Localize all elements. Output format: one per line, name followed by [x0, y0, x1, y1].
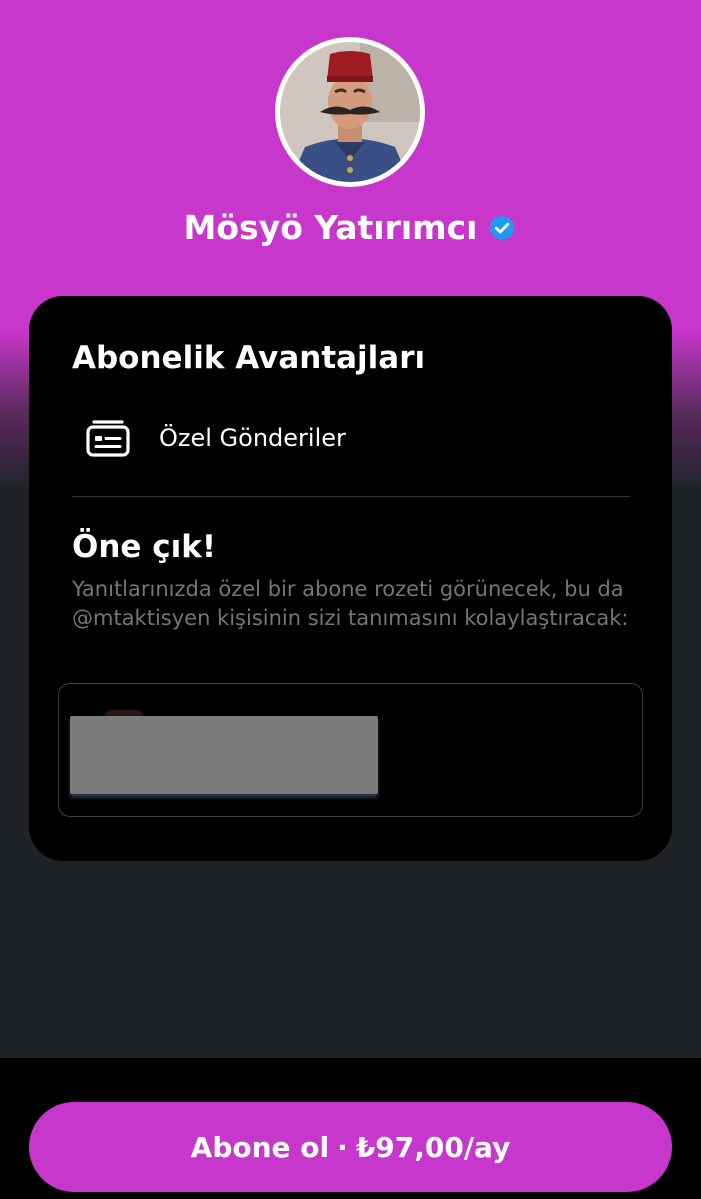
subscribe-separator: ·	[337, 1130, 348, 1164]
highlight-description: Yanıtlarınızda özel bir abone rozeti gör…	[72, 577, 629, 630]
benefit-item-subscriber-posts: Özel Gönderiler	[85, 418, 346, 458]
subscriber-posts-icon	[86, 420, 130, 457]
highlight-title: Öne çık!	[72, 529, 216, 565]
reply-preview	[58, 683, 643, 817]
avatar[interactable]	[275, 37, 425, 187]
verified-badge-icon	[489, 214, 515, 241]
subscribe-label: Abone ol	[190, 1130, 330, 1164]
benefit-label: Özel Gönderiler	[159, 424, 346, 452]
subscribe-price: ₺97,00/ay	[355, 1130, 511, 1164]
redacted-reply-content	[70, 716, 378, 794]
benefits-card: Abonelik Avantajları Özel Gönderiler Öne…	[29, 296, 672, 861]
avatar-portrait-icon	[280, 42, 420, 182]
benefits-title: Abonelik Avantajları	[72, 340, 426, 376]
divider	[72, 496, 630, 497]
profile-name: Mösyö Yatırımcı	[183, 208, 478, 247]
subscribe-button[interactable]: Abone ol · ₺97,00/ay	[29, 1102, 672, 1192]
profile-header: Mösyö Yatırımcı	[0, 208, 701, 247]
